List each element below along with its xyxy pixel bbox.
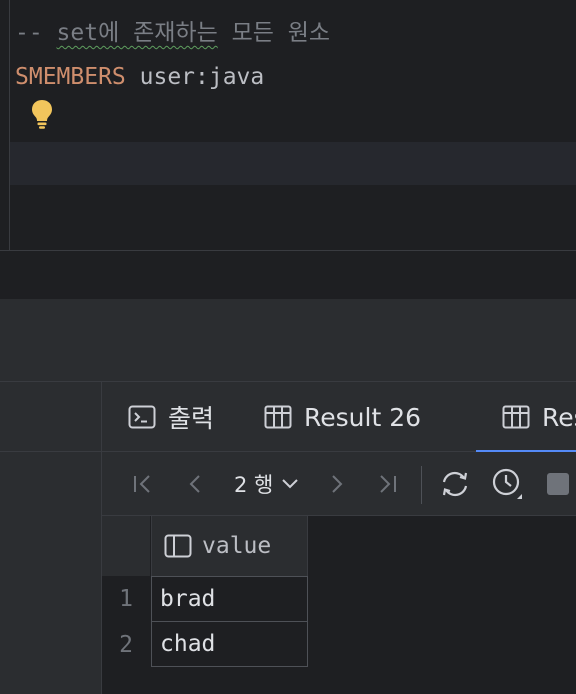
comment-prefix: -- — [15, 20, 57, 46]
tab-result-26[interactable]: Result 26 — [264, 382, 421, 452]
result-tabs: 출력 Result 26 Res — [102, 382, 576, 453]
prev-page-button[interactable] — [184, 452, 206, 516]
panel-header-area — [0, 299, 576, 381]
table-cell[interactable]: brad — [151, 576, 308, 622]
gutter-divider — [9, 0, 10, 251]
services-tree-pane[interactable] — [0, 381, 101, 694]
column-icon — [164, 534, 192, 558]
comment-rest: 모든 원소 — [217, 20, 331, 46]
console-icon — [128, 405, 156, 429]
rows-count-select[interactable]: 2 행 — [234, 452, 299, 516]
rows-count-label: 2 행 — [234, 473, 274, 497]
history-button[interactable] — [490, 452, 526, 516]
comment-line[interactable]: -- set에 존재하는 모든 원소 — [15, 18, 330, 48]
row-number[interactable]: 2 — [102, 622, 150, 668]
tab-label: Result 26 — [304, 402, 422, 432]
row-number[interactable]: 1 — [102, 576, 150, 622]
stop-button[interactable] — [544, 452, 572, 516]
refresh-button[interactable] — [437, 452, 473, 516]
result-toolbar: 2 행 — [102, 452, 576, 516]
lightbulb-icon[interactable] — [29, 98, 55, 130]
first-page-button[interactable] — [130, 452, 156, 516]
chevron-down-icon — [282, 479, 299, 489]
tab-label: 출력 — [168, 404, 215, 433]
table-icon — [264, 405, 292, 429]
column-header-value[interactable]: value — [151, 516, 308, 576]
editor-status-area — [0, 251, 576, 299]
current-line-highlight — [10, 142, 576, 185]
sql-editor[interactable]: -- set에 존재하는 모든 원소 SMEMBERS user:java — [0, 0, 576, 251]
results-pane: 출력 Result 26 Res — [101, 381, 576, 694]
tab-output[interactable]: 출력 — [128, 382, 214, 452]
column-header-label: value — [202, 533, 272, 559]
toolbar-divider — [421, 466, 422, 504]
refresh-icon — [442, 471, 468, 497]
table-icon — [502, 405, 530, 429]
prev-page-icon — [189, 475, 200, 493]
command-line[interactable]: SMEMBERS user:java — [15, 62, 264, 92]
table-cell[interactable]: chad — [151, 621, 308, 667]
grid-corner — [102, 516, 150, 576]
last-page-button[interactable] — [374, 452, 400, 516]
next-page-icon — [332, 475, 343, 493]
tree-pane-divider — [0, 451, 101, 452]
comment-typo-text: set에 존재하는 — [56, 20, 218, 46]
next-page-button[interactable] — [326, 452, 348, 516]
first-page-icon — [134, 475, 150, 493]
history-icon — [492, 468, 522, 499]
stop-icon — [547, 473, 569, 495]
command-args: user:java — [125, 64, 265, 90]
last-page-icon — [380, 475, 396, 493]
tab-label: Res — [542, 402, 576, 432]
tab-result-active[interactable]: Res — [476, 382, 576, 453]
command-keyword: SMEMBERS — [15, 64, 126, 90]
